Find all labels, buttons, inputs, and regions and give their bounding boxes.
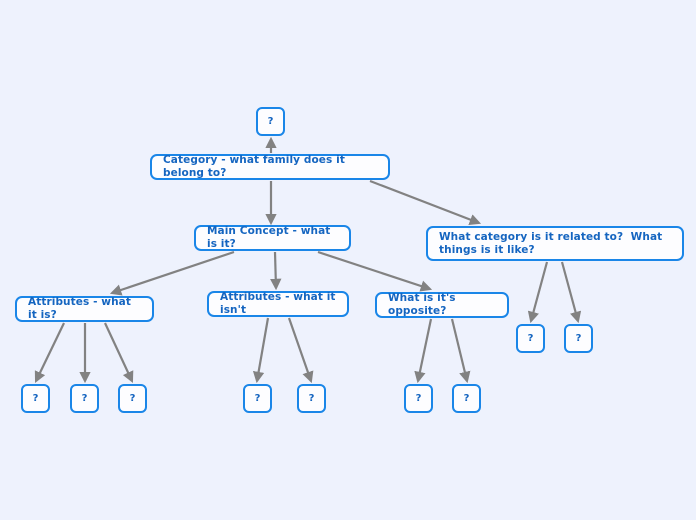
node-q-opp-2[interactable]: ?	[452, 384, 481, 413]
connector-arrow	[109, 250, 235, 296]
node-label: ?	[267, 116, 274, 127]
node-label: ?	[463, 393, 470, 404]
connector-arrow	[560, 261, 582, 324]
connector-arrow	[287, 317, 314, 384]
node-attr-is[interactable]: Attributes - what it is?	[15, 296, 154, 322]
connector-arrow	[317, 250, 433, 292]
node-main-concept[interactable]: Main Concept - what is it?	[194, 225, 351, 251]
node-attr-isnt[interactable]: Attributes - what it isn't	[207, 291, 349, 317]
node-label: ?	[254, 393, 261, 404]
node-q-opp-1[interactable]: ?	[404, 384, 433, 413]
connector-arrow	[527, 261, 549, 324]
node-q-isnt-2[interactable]: ?	[297, 384, 326, 413]
node-label: What is it's opposite?	[388, 292, 460, 317]
node-q-rel-2[interactable]: ?	[564, 324, 593, 353]
node-q-is-3[interactable]: ?	[118, 384, 147, 413]
connector-arrow	[414, 318, 433, 384]
node-label: ?	[129, 393, 136, 404]
node-label: ?	[32, 393, 39, 404]
connector-arrow	[34, 322, 65, 383]
node-label: ?	[415, 393, 422, 404]
node-q-is-1[interactable]: ?	[21, 384, 50, 413]
node-q-is-2[interactable]: ?	[70, 384, 99, 413]
diagram-canvas: ? Category - what family does it belong t…	[0, 0, 696, 520]
node-label: ?	[575, 333, 582, 344]
node-label: Category - what family does it belong to…	[163, 154, 349, 179]
node-label: Main Concept - what is it?	[207, 225, 335, 250]
node-q-isnt-1[interactable]: ?	[243, 384, 272, 413]
node-label: ?	[81, 393, 88, 404]
node-opposite[interactable]: What is it's opposite?	[375, 292, 509, 318]
connector-arrow	[252, 317, 270, 384]
node-related-category[interactable]: What category is it related to? What thi…	[426, 226, 684, 261]
node-q-top[interactable]: ?	[256, 107, 285, 136]
node-q-rel-1[interactable]: ?	[516, 324, 545, 353]
node-label: ?	[527, 333, 534, 344]
node-label: Attributes - what it isn't	[220, 291, 340, 316]
node-category[interactable]: Category - what family does it belong to…	[150, 154, 390, 180]
node-label: What category is it related to? What thi…	[439, 230, 667, 256]
connector-arrow	[369, 179, 482, 226]
connector-arrow	[450, 318, 471, 384]
connector-arrow	[104, 322, 134, 383]
node-label: ?	[308, 393, 315, 404]
connector-arrow	[270, 251, 282, 291]
node-label: Attributes - what it is?	[28, 296, 135, 321]
